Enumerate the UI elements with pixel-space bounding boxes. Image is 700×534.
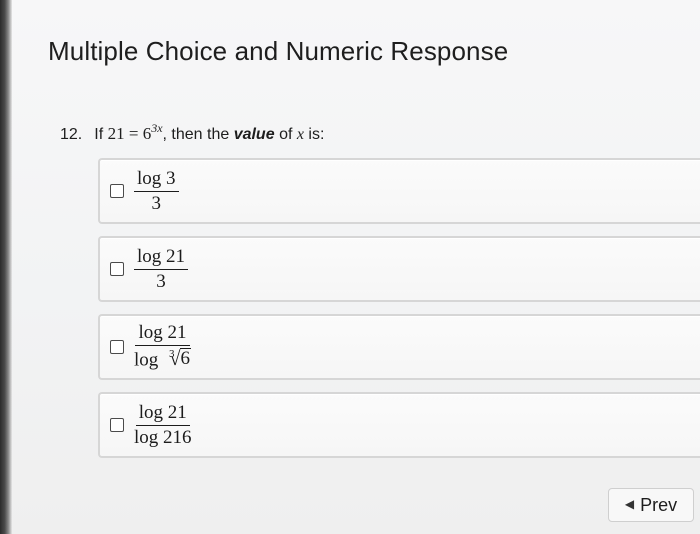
fraction-denominator: log 3 √ 6 [134, 346, 192, 371]
fraction-numerator: log 21 [134, 246, 189, 270]
checkbox-icon[interactable] [110, 184, 124, 198]
window-edge [0, 0, 12, 534]
fraction-numerator: log 21 [135, 402, 190, 426]
cube-root: 3 √ 6 [169, 348, 192, 371]
choice-option-4[interactable]: log 21 log 216 [98, 392, 700, 458]
question-prefix: If [94, 126, 104, 143]
fraction: log 21 log 3 √ 6 [134, 323, 192, 371]
question-text-end: is: [308, 126, 325, 143]
choice-option-1[interactable]: log 3 3 [98, 158, 700, 224]
equation-lhs: 21 [107, 124, 125, 143]
question-variable: x [296, 126, 304, 143]
fraction: log 21 3 [134, 246, 189, 292]
triangle-left-icon: ◀ [624, 497, 635, 511]
fraction: log 21 log 216 [134, 402, 192, 448]
question-text-mid: , then the [162, 126, 230, 143]
question-prompt: 12. If 21 = 63x, then the value of x is: [60, 121, 325, 144]
fraction-denominator: 3 [151, 192, 162, 214]
prev-button[interactable]: ◀ Prev [608, 488, 694, 522]
equation-base: 6 [142, 124, 152, 143]
denominator-log: log [134, 349, 159, 371]
question-bold-word: value [233, 126, 275, 143]
question-text: If 21 = 63x, then the value of x is: [94, 121, 325, 144]
prev-label: Prev [640, 494, 678, 515]
page: Multiple Choice and Numeric Response 12.… [12, 0, 700, 534]
equation: 21 = 63x [107, 121, 163, 143]
fraction-denominator: log 216 [134, 426, 192, 448]
radicand: 6 [179, 348, 192, 370]
choice-option-3[interactable]: log 21 log 3 √ 6 [98, 314, 700, 380]
answer-choices: log 3 3 log 21 3 log 21 log 3 √ 6 log 21… [98, 158, 700, 470]
fraction-numerator: log 3 [134, 168, 179, 192]
fraction-denominator: 3 [156, 270, 166, 292]
equals-sign: = [128, 124, 139, 143]
choice-option-2[interactable]: log 21 3 [98, 236, 700, 302]
question-number: 12. [60, 126, 83, 143]
radical-sign-icon: √ [169, 348, 181, 371]
fraction-numerator: log 21 [135, 323, 190, 347]
page-title: Multiple Choice and Numeric Response [48, 36, 509, 66]
question-text-of: of [279, 126, 293, 143]
equation-exponent: 3x [151, 121, 163, 135]
checkbox-icon[interactable] [110, 262, 124, 276]
fraction: log 3 3 [134, 168, 179, 214]
checkbox-icon[interactable] [110, 340, 124, 354]
checkbox-icon[interactable] [110, 418, 124, 432]
